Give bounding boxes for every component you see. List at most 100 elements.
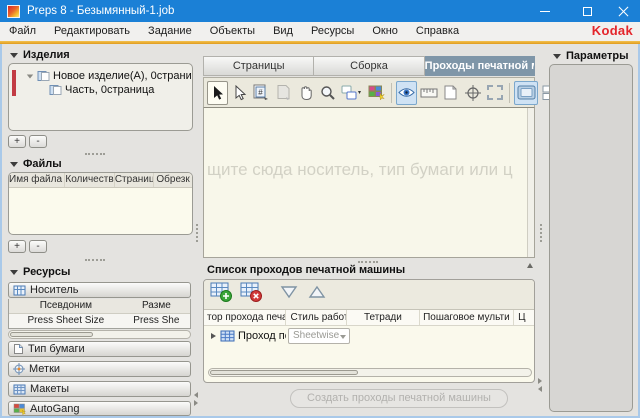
workspace-tabs: Страницы Сборка Проходы печатной маши xyxy=(203,56,535,76)
move-up-button[interactable] xyxy=(308,285,326,304)
add-page-tool-button[interactable] xyxy=(273,81,294,105)
parameters-section-header[interactable]: Параметры xyxy=(553,50,628,62)
press-run-row[interactable]: Проход пе Sheetwise xyxy=(204,326,534,346)
tab-assembly[interactable]: Сборка xyxy=(314,56,425,76)
registration-target-button[interactable] xyxy=(462,81,483,105)
preview-toggle-button[interactable] xyxy=(396,80,417,105)
maximize-button[interactable] xyxy=(570,0,604,22)
single-sheet-view-icon xyxy=(517,85,535,100)
row-expander-icon[interactable] xyxy=(211,333,216,339)
files-col-name[interactable]: Имя файла xyxy=(9,173,66,187)
delete-press-run-button[interactable] xyxy=(240,282,264,308)
media-scrollbar-thumb[interactable] xyxy=(10,332,94,337)
canvas-vertical-scrollbar[interactable] xyxy=(527,108,534,257)
registration-target-icon xyxy=(464,84,481,101)
main-toolbar: # xyxy=(203,77,558,108)
fit-view-icon xyxy=(486,85,503,100)
tab-pages[interactable]: Страницы xyxy=(203,56,315,76)
files-col-trim[interactable]: Обрезк xyxy=(154,173,192,187)
accordion-marks[interactable]: Метки xyxy=(8,361,191,377)
splitter-handle[interactable] xyxy=(85,259,105,261)
panel-splitter-handle[interactable] xyxy=(196,224,198,242)
remove-file-button[interactable]: - xyxy=(29,240,47,253)
menu-edit[interactable]: Редактировать xyxy=(45,22,139,41)
accordion-media[interactable]: Носитель xyxy=(8,282,191,298)
products-tree[interactable]: Новое изделие(А), 0страница Часть, 0стра… xyxy=(8,63,193,131)
resources-section-header[interactable]: Ресурсы xyxy=(10,266,70,278)
col-step-multi[interactable]: Пошаговое мульти xyxy=(420,310,515,325)
accordion-paper-type[interactable]: Тип бумаги xyxy=(8,341,191,357)
press-runs-scrollbar-thumb[interactable] xyxy=(210,370,359,375)
splitter-handle[interactable] xyxy=(358,261,378,263)
pan-tool-button[interactable] xyxy=(295,81,316,105)
single-sheet-view-button[interactable] xyxy=(514,80,538,105)
autogang-wizard-button[interactable] xyxy=(366,81,387,105)
files-list[interactable]: Имя файла Количество Страницы Обрезк xyxy=(8,172,193,235)
remove-product-button[interactable]: - xyxy=(29,135,47,148)
layout-picker-button[interactable] xyxy=(339,81,365,105)
panel-scroll-up-icon[interactable] xyxy=(527,263,533,268)
files-section-header[interactable]: Файлы xyxy=(10,158,62,170)
col-work-style[interactable]: Стиль работы xyxy=(286,310,348,325)
zoom-tool-icon xyxy=(320,85,335,100)
minimize-button[interactable] xyxy=(528,0,562,22)
files-col-pages[interactable]: Страницы xyxy=(115,173,155,187)
layout-picker-icon xyxy=(341,85,361,99)
accordion-autogang[interactable]: AutoGang xyxy=(8,401,191,416)
tab-press-runs[interactable]: Проходы печатной маши xyxy=(424,56,535,76)
move-up-icon xyxy=(308,285,326,298)
media-col-alias[interactable]: Псевдоним xyxy=(9,299,123,313)
press-runs-scrollbar[interactable] xyxy=(208,368,532,377)
move-down-button[interactable] xyxy=(280,285,298,304)
media-row[interactable]: Press Sheet Size Press She xyxy=(9,314,190,328)
templates-icon xyxy=(13,384,26,394)
splitter-handle[interactable] xyxy=(85,153,105,155)
toolbar-divider xyxy=(509,82,510,103)
collapse-left-icon xyxy=(538,386,542,392)
press-run-icon xyxy=(220,330,235,342)
products-section-header[interactable]: Изделия xyxy=(10,49,70,61)
menu-window[interactable]: Окно xyxy=(363,22,407,41)
products-title: Изделия xyxy=(23,49,70,61)
zoom-tool-button[interactable] xyxy=(317,81,338,105)
right-collapse-control[interactable] xyxy=(538,378,542,392)
sidebar-collapse-control[interactable] xyxy=(194,392,198,406)
menu-file[interactable]: Файл xyxy=(0,22,45,41)
measure-tool-button[interactable] xyxy=(418,81,439,105)
preview-eye-icon xyxy=(398,88,415,97)
add-product-button[interactable]: + xyxy=(8,135,26,148)
create-press-runs-button[interactable]: Создать проходы печатной машины xyxy=(290,389,508,408)
files-col-count[interactable]: Количество xyxy=(65,173,115,187)
close-button[interactable] xyxy=(606,0,640,22)
fit-view-button[interactable] xyxy=(484,81,505,105)
select-tool-button[interactable] xyxy=(207,80,228,105)
page-number-tool-button[interactable]: # xyxy=(251,81,272,105)
menu-view[interactable]: Вид xyxy=(264,22,302,41)
layout-canvas[interactable]: щите сюда носитель, тип бумаги или ц xyxy=(203,108,535,258)
autogang-wizard-icon xyxy=(368,85,385,101)
add-press-run-button[interactable] xyxy=(210,282,234,308)
add-file-button[interactable]: + xyxy=(8,240,26,253)
direct-select-tool-button[interactable] xyxy=(229,81,250,105)
menu-resources[interactable]: Ресурсы xyxy=(302,22,363,41)
col-press-run-id[interactable]: тор прохода печат xyxy=(204,310,286,325)
col-signatures[interactable]: Тетради xyxy=(347,310,420,325)
col-color[interactable]: Ц xyxy=(514,310,534,325)
panel-splitter-handle[interactable] xyxy=(540,224,542,242)
collapse-right-icon xyxy=(194,400,198,406)
maximize-icon xyxy=(582,6,592,16)
work-style-dropdown[interactable]: Sheetwise xyxy=(288,328,350,344)
expander-open-icon[interactable] xyxy=(26,74,34,78)
menu-objects[interactable]: Объекты xyxy=(201,22,264,41)
menu-help[interactable]: Справка xyxy=(407,22,468,41)
pan-tool-icon xyxy=(301,85,312,100)
media-col-size[interactable]: Разме xyxy=(123,299,190,313)
part-tree-row[interactable]: Часть, 0страница xyxy=(49,84,154,96)
accordion-templates[interactable]: Макеты xyxy=(8,381,191,397)
page-proof-button[interactable] xyxy=(440,81,461,105)
product-tree-row[interactable]: Новое изделие(А), 0страница xyxy=(26,70,192,82)
media-scrollbar[interactable] xyxy=(8,330,191,339)
menu-job[interactable]: Задание xyxy=(139,22,201,41)
media-table[interactable]: Псевдоним Разме Press Sheet Size Press S… xyxy=(8,299,191,329)
files-title: Файлы xyxy=(23,158,62,170)
